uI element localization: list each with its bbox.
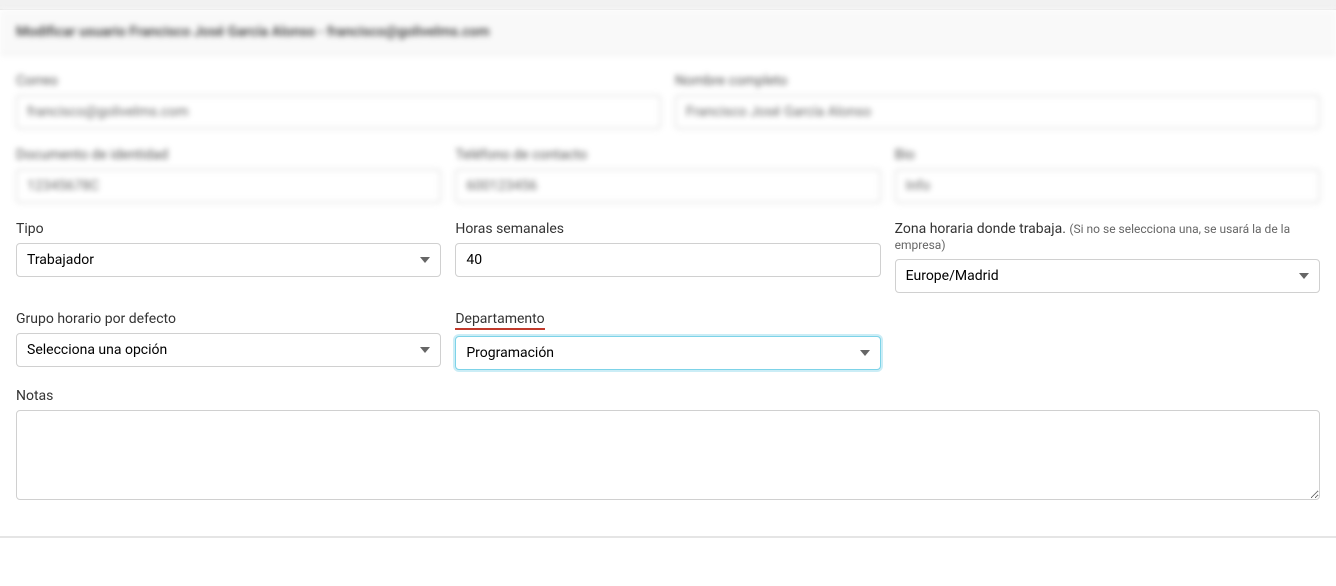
page-header: Modificar usuario Francisco José García …	[0, 10, 1336, 55]
label-weekly-hours: Horas semanales	[455, 221, 880, 237]
label-phone: Teléfono de contacto	[455, 147, 880, 163]
label-fullname: Nombre completo	[675, 73, 1320, 89]
textarea-notes[interactable]	[16, 410, 1320, 500]
input-fullname[interactable]	[675, 95, 1320, 129]
label-notes: Notas	[16, 388, 1320, 404]
label-email: Correo	[16, 73, 661, 89]
page-title: Modificar usuario Francisco José García …	[16, 24, 490, 40]
input-bio[interactable]	[895, 169, 1320, 203]
field-fullname: Nombre completo	[675, 73, 1320, 129]
input-email[interactable]	[16, 95, 661, 129]
label-department-text: Departamento	[455, 311, 544, 330]
field-notes: Notas	[16, 388, 1320, 500]
label-timezone-text: Zona horaria donde trabaja.	[895, 221, 1066, 237]
label-type: Tipo	[16, 221, 441, 237]
bottom-border	[0, 536, 1336, 538]
field-identity-doc: Documento de identidad	[16, 147, 441, 203]
field-email: Correo	[16, 73, 661, 129]
select-department[interactable]: Programación	[455, 336, 880, 370]
label-identity-doc: Documento de identidad	[16, 147, 441, 163]
row-doc-phone-bio: Documento de identidad Teléfono de conta…	[16, 147, 1320, 203]
field-bio: Bio	[895, 147, 1320, 203]
field-type: Tipo Trabajador	[16, 221, 441, 293]
label-schedule-group: Grupo horario por defecto	[16, 311, 441, 327]
input-weekly-hours[interactable]	[455, 243, 880, 277]
row-email-name: Correo Nombre completo	[16, 73, 1320, 129]
label-bio: Bio	[895, 147, 1320, 163]
label-timezone: Zona horaria donde trabaja. (Si no se se…	[895, 221, 1320, 253]
field-timezone: Zona horaria donde trabaja. (Si no se se…	[895, 221, 1320, 293]
field-department: Departamento Programación	[455, 311, 880, 370]
field-phone: Teléfono de contacto	[455, 147, 880, 203]
select-schedule-group[interactable]: Selecciona una opción	[16, 333, 441, 367]
field-weekly-hours: Horas semanales	[455, 221, 880, 293]
input-identity-doc[interactable]	[16, 169, 441, 203]
select-timezone[interactable]: Europe/Madrid	[895, 259, 1320, 293]
field-schedule-group: Grupo horario por defecto Selecciona una…	[16, 311, 441, 370]
top-bar	[0, 0, 1336, 10]
input-phone[interactable]	[455, 169, 880, 203]
field-empty	[895, 311, 1320, 370]
label-department: Departamento	[455, 311, 880, 330]
row-group-dept: Grupo horario por defecto Selecciona una…	[16, 311, 1320, 370]
row-type-hours-tz: Tipo Trabajador Horas semanales Zona hor…	[16, 221, 1320, 293]
select-type[interactable]: Trabajador	[16, 243, 441, 277]
form-container: Correo Nombre completo Documento de iden…	[0, 55, 1336, 536]
row-notes: Notas	[16, 388, 1320, 500]
